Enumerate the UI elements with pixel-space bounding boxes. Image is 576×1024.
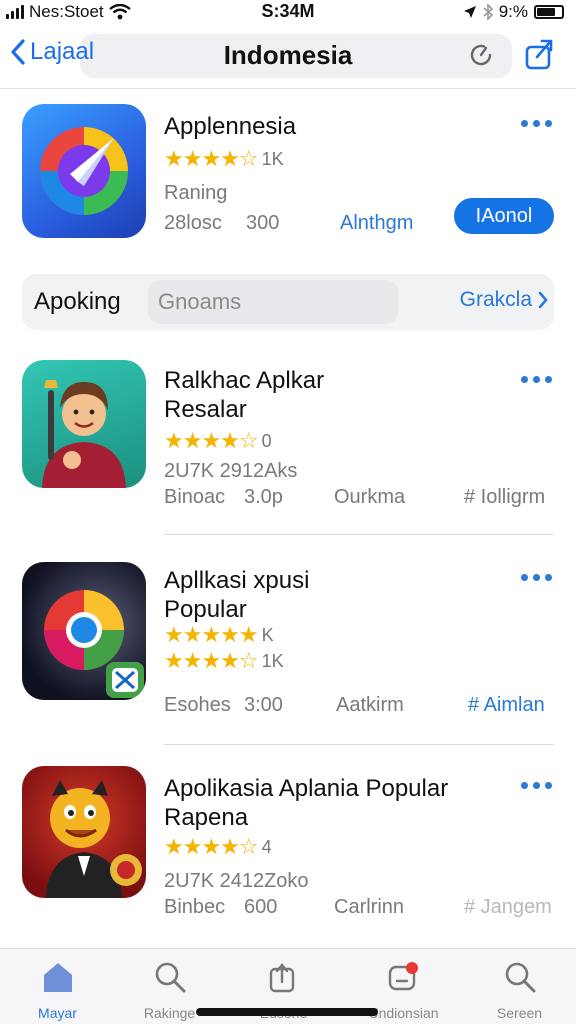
- app-icon-compass[interactable]: [22, 104, 146, 238]
- app-icon-browser[interactable]: [22, 562, 146, 700]
- app-name[interactable]: Ralkhac Aplkar Resalar: [164, 366, 324, 424]
- status-bar: Nes:Stoet S:34M 9:%: [0, 0, 576, 24]
- app-category: Carlrinn: [334, 896, 405, 918]
- more-options-icon[interactable]: [521, 574, 552, 581]
- list-item[interactable]: Ralkhac Aplkar Resalar ★★★★☆ 0 2U7K 2912…: [0, 360, 576, 530]
- upload-icon: [269, 963, 294, 993]
- app-category: Ourkma: [334, 486, 406, 508]
- app-size: Esohes: [164, 694, 231, 716]
- app-category: Aatkirm: [336, 694, 404, 716]
- compass-icon: [40, 127, 128, 215]
- character-icon: [42, 380, 126, 488]
- battery-icon: [534, 5, 564, 19]
- tab-home[interactable]: Mayar: [0, 957, 115, 1021]
- app-icon-mascot[interactable]: [22, 766, 146, 898]
- divider: [164, 744, 554, 745]
- navigation-bar: Lajaal Indomesia: [0, 28, 576, 84]
- more-options-icon[interactable]: [521, 120, 552, 127]
- app-price: 600: [244, 896, 278, 918]
- battery-percent: 9:%: [498, 2, 528, 21]
- bluetooth-icon: [483, 4, 493, 20]
- list-item[interactable]: Apllkasi xpusi Popular ★★★★★ K ★★★★☆ 1K …: [0, 560, 576, 730]
- app-size: Binoac: [164, 486, 226, 508]
- get-button[interactable]: IAonol: [454, 198, 554, 234]
- share-icon[interactable]: [524, 38, 554, 70]
- developer-link[interactable]: Alnthgm: [340, 212, 413, 235]
- browser-icon: [44, 590, 144, 698]
- chevron-right-icon: [538, 291, 548, 309]
- rating-count: 1K: [261, 148, 284, 169]
- category-segment: Apoking Gnoams Grakcla: [22, 274, 554, 330]
- list-item[interactable]: Apolikasia Aplania Popular Rapena ★★★★☆ …: [0, 764, 576, 934]
- star-rating: ★★★★☆ 1K: [164, 648, 284, 673]
- notification-icon: [388, 962, 418, 991]
- search-icon: [155, 962, 185, 993]
- star-rating: ★★★★☆ 0: [164, 428, 272, 453]
- more-options-icon[interactable]: [521, 376, 552, 383]
- home-icon: [43, 963, 72, 992]
- home-indicator: [196, 1008, 378, 1016]
- app-size: 28losc: [164, 212, 222, 234]
- rating-count: 4: [261, 836, 272, 857]
- app-tag[interactable]: # Jangem: [464, 896, 552, 919]
- rating-count: 1K: [261, 650, 284, 671]
- app-price: 300: [246, 212, 280, 234]
- app-tag[interactable]: # Aimlan: [468, 694, 545, 717]
- location-icon: [463, 6, 476, 18]
- more-options-icon[interactable]: [521, 782, 552, 789]
- star-rating: ★★★★☆ 1K: [164, 146, 284, 171]
- refresh-icon[interactable]: [466, 40, 496, 70]
- segment-right-link[interactable]: Grakcla: [460, 288, 548, 312]
- star-rating: ★★★★☆ 4: [164, 834, 272, 859]
- app-name[interactable]: Applennesia: [164, 112, 296, 141]
- rating-count: K: [261, 624, 274, 645]
- download-count: 2U7K 2412Zoko: [164, 870, 309, 892]
- rating-count: 0: [261, 430, 272, 451]
- app-name[interactable]: Apllkasi xpusi Popular: [164, 566, 309, 624]
- divider: [0, 88, 576, 89]
- star-rating: ★★★★★ K: [164, 622, 274, 647]
- tab-search[interactable]: Sereen: [462, 957, 576, 1021]
- app-price: 3.0p: [244, 486, 283, 508]
- segment-left[interactable]: Apoking: [34, 288, 121, 316]
- featured-app-row[interactable]: Applennesia ★★★★☆ 1K Raning 28losc 300 A…: [0, 104, 576, 254]
- app-tag[interactable]: # Iolligrm: [464, 486, 545, 509]
- app-icon-character[interactable]: [22, 360, 146, 488]
- search-icon: [505, 962, 535, 993]
- divider: [164, 534, 554, 535]
- app-label: Raning: [164, 182, 228, 204]
- app-size: Binbec: [164, 896, 226, 918]
- mascot-icon: [46, 780, 142, 898]
- app-name[interactable]: Apolikasia Aplania Popular Rapena: [164, 774, 448, 832]
- app-price: 3:00: [244, 694, 283, 716]
- download-count: 2U7K 2912Aks: [164, 460, 298, 482]
- segment-middle[interactable]: Gnoams: [148, 280, 398, 324]
